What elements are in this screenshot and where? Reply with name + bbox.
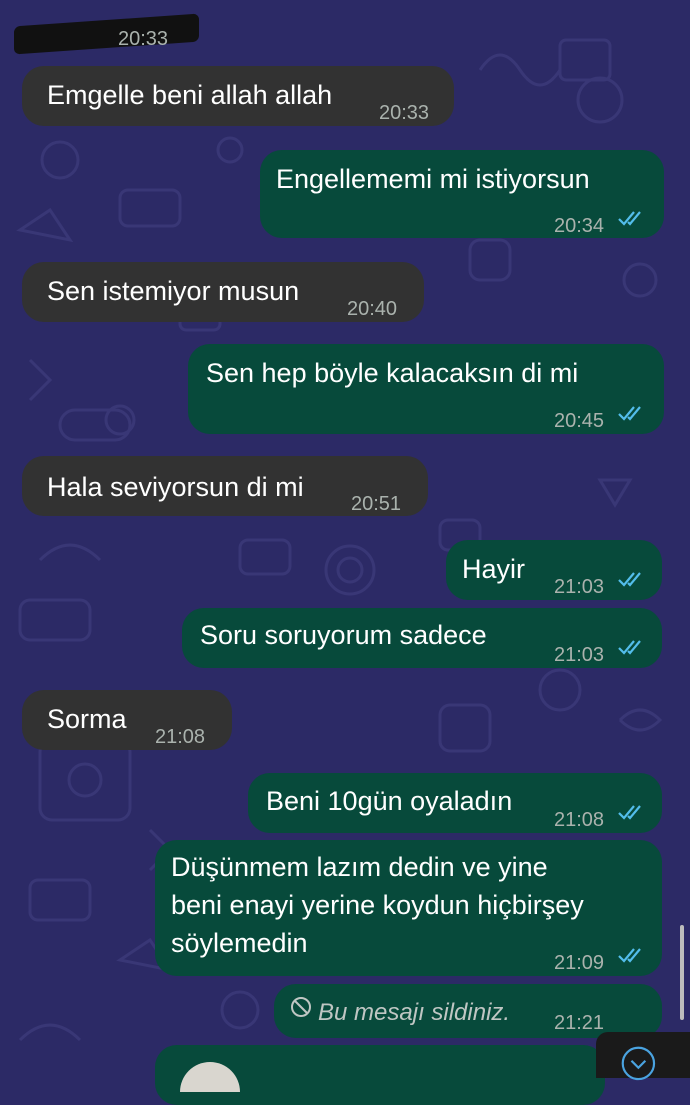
- double-check-icon: [618, 572, 641, 587]
- message-time: 21:08: [554, 809, 605, 831]
- outgoing-message[interactable]: Beni 10gün oyaladın 21:08: [248, 773, 662, 833]
- outgoing-message[interactable]: Engellememi mi istiyorsun 20:34: [260, 150, 664, 238]
- message-text: Hayir: [462, 554, 526, 584]
- block-icon: [291, 997, 311, 1017]
- message-time: 20:45: [554, 410, 605, 432]
- message-time: 20:34: [554, 215, 605, 237]
- message-text: Sorma: [47, 704, 127, 734]
- incoming-message[interactable]: Sen istemiyor musun 20:40: [22, 262, 424, 322]
- message-time: 20:40: [347, 298, 398, 320]
- chevron-down-icon: [621, 1046, 656, 1081]
- message-time: 21:03: [554, 644, 605, 666]
- message-text: Sen istemiyor musun: [47, 276, 300, 306]
- double-check-icon: [618, 805, 641, 820]
- message-text-line: Düşünmem lazım dedin ve yine: [171, 852, 548, 882]
- message-text-line: söylemedin: [171, 928, 308, 958]
- message-text: Sen hep böyle kalacaksın di mi: [206, 358, 579, 388]
- outgoing-message[interactable]: Soru soruyorum sadece 21:03: [182, 608, 662, 668]
- message-text-line: beni enayi yerine koydun hiçbirşey: [171, 890, 584, 920]
- double-check-icon: [618, 211, 641, 226]
- incoming-message[interactable]: Sorma 21:08: [22, 690, 232, 750]
- outgoing-message[interactable]: Düşünmem lazım dedin ve yine beni enayi …: [155, 840, 662, 976]
- outgoing-message[interactable]: Hayir 21:03: [446, 540, 662, 600]
- scrollbar[interactable]: [680, 925, 684, 1020]
- outgoing-message[interactable]: Sen hep böyle kalacaksın di mi 20:45: [188, 344, 664, 434]
- scroll-to-bottom-button[interactable]: [596, 1032, 690, 1081]
- message-time: 21:03: [554, 576, 605, 598]
- double-check-icon: [618, 640, 641, 655]
- deleted-message[interactable]: Bu mesajı sildiniz. 21:21: [274, 984, 662, 1038]
- message-time: 21:09: [554, 952, 605, 974]
- deleted-message-text: Bu mesajı sildiniz.: [318, 999, 511, 1026]
- message-time: 20:33: [379, 102, 430, 124]
- timestamp: 20:33: [118, 28, 169, 50]
- message-text: Soru soruyorum sadece: [200, 620, 487, 650]
- message-text: Hala seviyorsun di mi: [47, 472, 304, 502]
- double-check-icon: [618, 406, 641, 421]
- double-check-icon: [618, 948, 641, 963]
- message-text: Emgelle beni allah allah: [47, 80, 333, 110]
- message-text: Engellememi mi istiyorsun: [276, 164, 590, 194]
- incoming-message[interactable]: Emgelle beni allah allah 20:33: [22, 66, 454, 126]
- message-time: 21:21: [554, 1012, 605, 1034]
- incoming-message[interactable]: Hala seviyorsun di mi 20:51: [22, 456, 428, 516]
- message-time: 20:51: [351, 493, 402, 515]
- message-time: 21:08: [155, 726, 206, 748]
- message-text: Beni 10gün oyaladın: [266, 786, 513, 816]
